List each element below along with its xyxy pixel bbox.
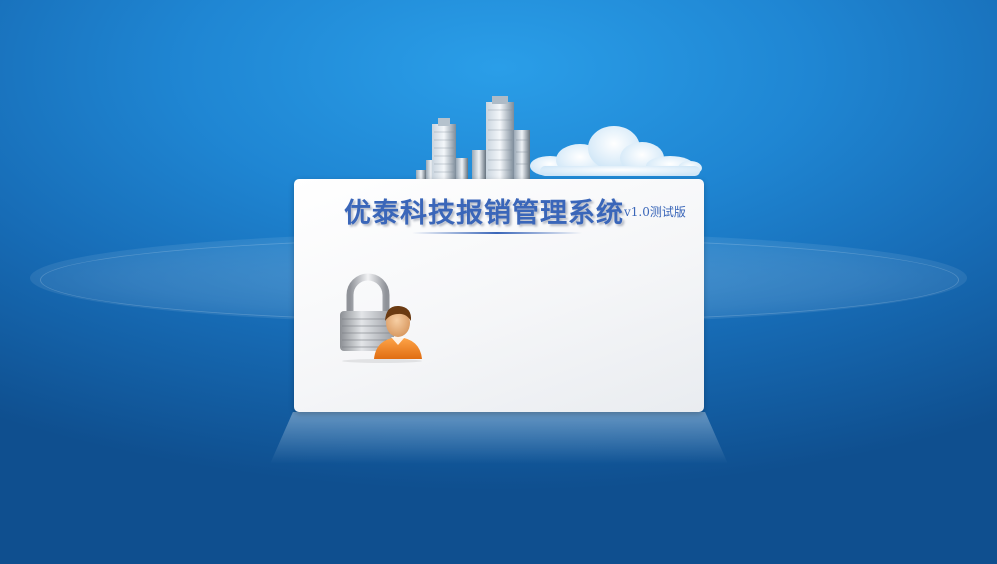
cloud-icon xyxy=(530,126,702,176)
buildings-icon xyxy=(416,96,530,182)
title-underline xyxy=(412,232,582,234)
login-card: 优泰科技报销管理系统 v1.0测试版 xyxy=(294,179,704,412)
version-label: v1.0测试版 xyxy=(624,205,686,219)
lock-user-icon xyxy=(340,273,422,363)
card-reflection xyxy=(270,412,728,464)
system-title: 优泰科技报销管理系统 xyxy=(344,198,624,229)
